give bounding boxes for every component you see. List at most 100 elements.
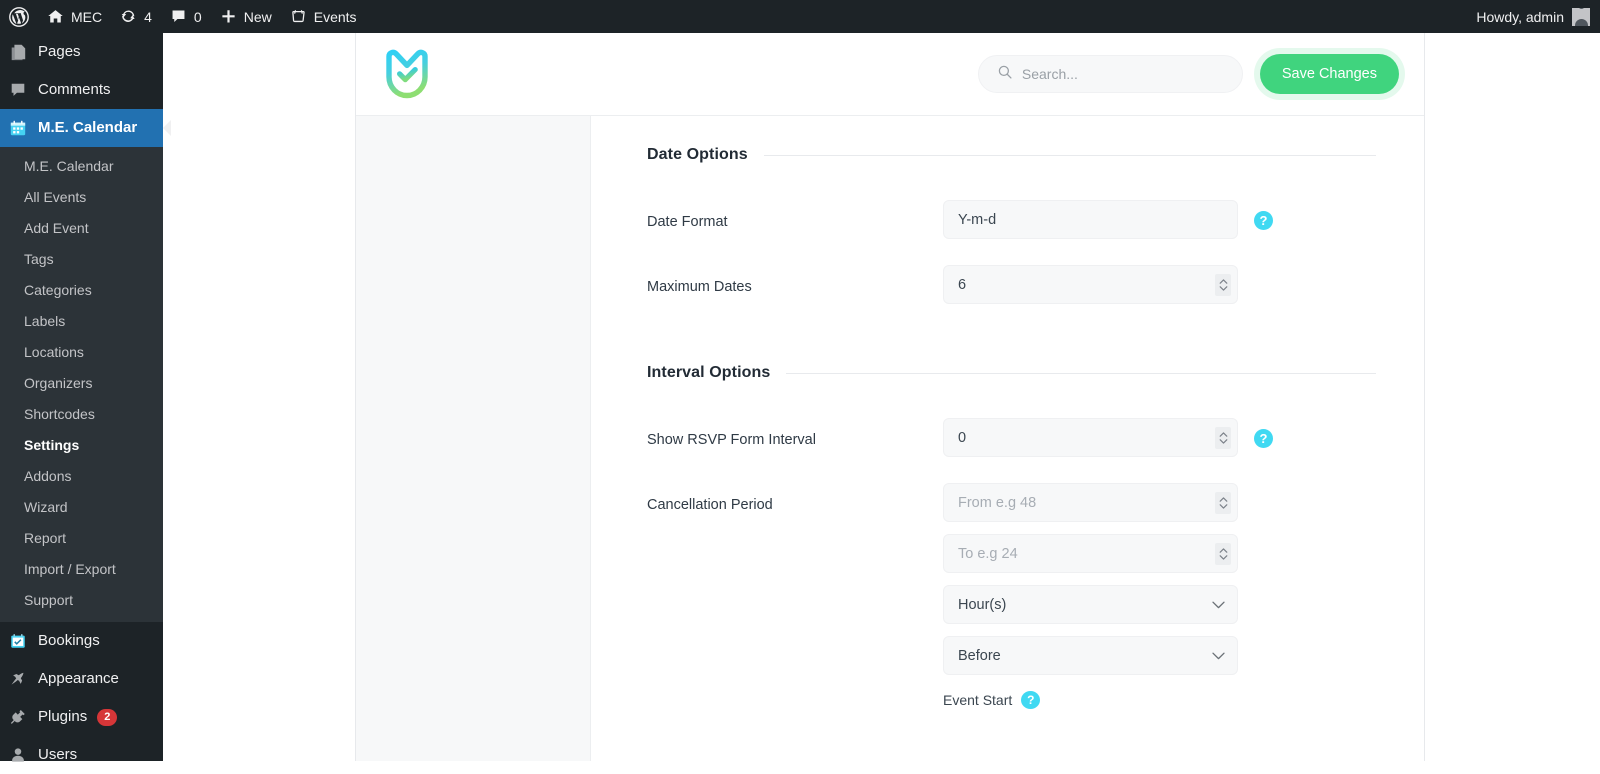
- section-title: Date Options: [647, 146, 748, 163]
- home-icon: [47, 8, 64, 25]
- appearance-icon: [8, 669, 28, 689]
- section-divider: [763, 154, 1376, 156]
- stepper-arrows[interactable]: [1215, 426, 1231, 449]
- submenu-item-labels[interactable]: Labels: [0, 306, 163, 337]
- save-changes-button[interactable]: Save Changes: [1259, 54, 1399, 94]
- submenu-item-me-calendar[interactable]: M.E. Calendar: [0, 151, 163, 182]
- submenu-item-add-event[interactable]: Add Event: [0, 213, 163, 244]
- ab-item-comments[interactable]: 0: [161, 0, 211, 33]
- stepper-arrows[interactable]: [1215, 491, 1231, 514]
- submenu-item-addons[interactable]: Addons: [0, 461, 163, 492]
- mec-panel-body: Date Options Date Format ? Maximum Dates: [356, 116, 1424, 761]
- field-label: Date Format: [647, 214, 728, 230]
- ab-item-updates[interactable]: 4: [111, 0, 161, 33]
- cancellation-from-input[interactable]: [943, 483, 1238, 522]
- search-icon: [997, 64, 1013, 85]
- field-date-format: Date Format ?: [647, 200, 1376, 239]
- rsvp-interval-input[interactable]: [943, 418, 1238, 457]
- ab-events-label: Events: [313, 8, 357, 25]
- submenu-item-all-events[interactable]: All Events: [0, 182, 163, 213]
- comment-icon: [170, 8, 187, 25]
- ab-item-new-content[interactable]: New: [211, 0, 281, 33]
- mec-shield-check-logo: [385, 48, 429, 100]
- submenu-item-locations[interactable]: Locations: [0, 337, 163, 368]
- help-icon[interactable]: ?: [1254, 429, 1273, 448]
- submenu-item-support[interactable]: Support: [0, 585, 163, 616]
- cancellation-to-input[interactable]: [943, 534, 1238, 573]
- sidebar-item-label: Appearance: [38, 670, 119, 687]
- wordpress-logo-menu[interactable]: [0, 0, 38, 33]
- section-title: Interval Options: [647, 364, 771, 381]
- rsvp-interval-stepper[interactable]: [943, 418, 1238, 457]
- stepper-arrows[interactable]: [1215, 273, 1231, 296]
- ab-comments-count: 0: [193, 8, 202, 25]
- stepper-arrows[interactable]: [1215, 542, 1231, 565]
- cancellation-unit-select[interactable]: Hour(s): [943, 585, 1238, 624]
- ab-item-site-name[interactable]: MEC: [38, 0, 111, 33]
- comments-icon: [8, 80, 28, 100]
- field-show-rsvp-form-interval: Show RSVP Form Interval ?: [647, 418, 1376, 457]
- field-maximum-dates: Maximum Dates: [647, 265, 1376, 304]
- me-calendar-submenu: M.E. Calendar All Events Add Event Tags …: [0, 147, 163, 622]
- mec-settings-nav[interactable]: [356, 116, 591, 761]
- ab-updates-count: 4: [144, 8, 152, 25]
- submenu-item-report[interactable]: Report: [0, 523, 163, 554]
- field-control: Hour(s) Before: [943, 483, 1238, 709]
- sidebar-item-plugins[interactable]: Plugins 2: [0, 698, 163, 736]
- maximum-dates-stepper[interactable]: [943, 265, 1238, 304]
- search-box[interactable]: [977, 55, 1243, 93]
- sidebar-item-comments[interactable]: Comments: [0, 71, 163, 109]
- plugins-icon: [8, 707, 28, 727]
- submenu-item-import-export[interactable]: Import / Export: [0, 554, 163, 585]
- section-header-interval-options: Interval Options: [647, 364, 1376, 382]
- sidebar-item-label: Users: [38, 746, 78, 763]
- date-format-input[interactable]: [943, 200, 1238, 239]
- field-control: ?: [943, 418, 1273, 457]
- sidebar-item-users[interactable]: Users: [0, 736, 163, 774]
- submenu-item-shortcodes[interactable]: Shortcodes: [0, 399, 163, 430]
- cancellation-from-stepper[interactable]: [943, 483, 1238, 522]
- ab-new-label: New: [243, 8, 272, 25]
- sidebar-item-label: Comments: [38, 81, 111, 98]
- field-label: Maximum Dates: [647, 279, 752, 295]
- help-icon[interactable]: ?: [1021, 691, 1041, 709]
- wordpress-icon: [9, 6, 29, 27]
- field-control: ?: [943, 200, 1273, 239]
- mec-settings-panel: Save Changes Date Options Date Format ?: [355, 33, 1425, 761]
- sidebar-item-pages[interactable]: Pages: [0, 33, 163, 71]
- ab-my-account[interactable]: Howdy, admin: [1476, 7, 1600, 26]
- help-icon[interactable]: ?: [1254, 211, 1273, 230]
- sidebar-item-label: Pages: [38, 43, 81, 60]
- field-label: Cancellation Period: [647, 497, 773, 513]
- mec-settings-content: Date Options Date Format ? Maximum Dates: [591, 116, 1424, 761]
- search-input[interactable]: [1021, 66, 1212, 82]
- ab-item-events[interactable]: Events: [281, 0, 366, 33]
- sidebar-item-appearance[interactable]: Appearance: [0, 660, 163, 698]
- cancellation-period-controls: Hour(s) Before: [943, 483, 1238, 709]
- sidebar-item-bookings[interactable]: Bookings: [0, 622, 163, 660]
- field-label: Show RSVP Form Interval: [647, 432, 816, 448]
- ab-site-name-label: MEC: [71, 8, 103, 25]
- pages-icon: [8, 42, 28, 62]
- submenu-item-settings[interactable]: Settings: [0, 430, 163, 461]
- cancellation-unit-select-wrap[interactable]: Hour(s): [943, 585, 1238, 624]
- plus-icon: [220, 8, 237, 25]
- wp-admin-bar: MEC 4 0 New Events Howdy, admin: [0, 0, 1600, 33]
- updates-icon: [120, 8, 137, 25]
- sidebar-item-label: Plugins: [38, 708, 88, 725]
- submenu-item-organizers[interactable]: Organizers: [0, 368, 163, 399]
- maximum-dates-input[interactable]: [943, 265, 1238, 304]
- sidebar-item-me-calendar[interactable]: M.E. Calendar: [0, 109, 163, 147]
- avatar: [1572, 7, 1590, 26]
- cancellation-to-stepper[interactable]: [943, 534, 1238, 573]
- submenu-item-wizard[interactable]: Wizard: [0, 492, 163, 523]
- cancellation-anchor-note: Event Start ?: [943, 691, 1238, 709]
- cancellation-when-select[interactable]: Before: [943, 636, 1238, 675]
- submenu-item-tags[interactable]: Tags: [0, 244, 163, 275]
- section-divider: [786, 372, 1376, 374]
- plugins-update-badge: 2: [97, 708, 118, 726]
- cancellation-when-select-wrap[interactable]: Before: [943, 636, 1238, 675]
- sidebar-item-label: M.E. Calendar: [38, 119, 138, 136]
- field-cancellation-period: Cancellation Period From e.g 48 To e.g 2…: [647, 483, 1376, 709]
- submenu-item-categories[interactable]: Categories: [0, 275, 163, 306]
